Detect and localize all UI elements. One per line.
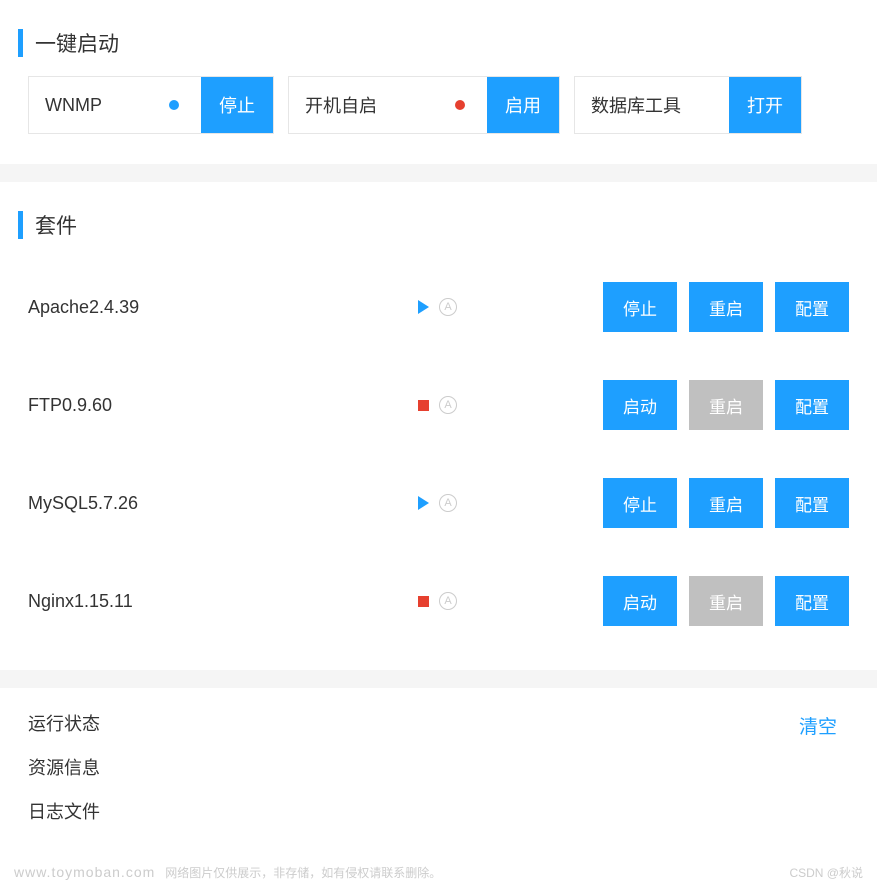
top-controls: WNMP 停止 开机自启 启用 数据库工具 打开 [0, 76, 877, 164]
service-restart-button[interactable]: 重启 [689, 380, 763, 430]
quick-start-header: 一键启动 [0, 0, 877, 76]
service-name: Nginx1.15.11 [28, 591, 418, 612]
suite-section: 套件 Apache2.4.39A停止重启配置FTP0.9.60A启动重启配置My… [0, 182, 877, 670]
circle-a-icon: A [439, 592, 457, 610]
wnmp-control: WNMP 停止 [28, 76, 274, 134]
play-icon [418, 496, 429, 510]
dbtool-open-button[interactable]: 打开 [729, 77, 801, 133]
service-config-button[interactable]: 配置 [775, 478, 849, 528]
dbtool-label: 数据库工具 [575, 77, 729, 133]
service-config-button[interactable]: 配置 [775, 576, 849, 626]
service-restart-button[interactable]: 重启 [689, 478, 763, 528]
tab-resource-info[interactable]: 资源信息 [28, 754, 100, 780]
service-restart-button[interactable]: 重启 [689, 576, 763, 626]
autostart-enable-button[interactable]: 启用 [487, 77, 559, 133]
service-config-button[interactable]: 配置 [775, 380, 849, 430]
service-buttons: 停止重启配置 [603, 478, 849, 528]
autostart-control: 开机自启 启用 [288, 76, 560, 134]
wnmp-label-text: WNMP [45, 95, 102, 116]
autostart-label-text: 开机自启 [305, 92, 377, 118]
service-restart-button[interactable]: 重启 [689, 282, 763, 332]
footer: www.toymoban.com 网络图片仅供展示，非存储，如有侵权请联系删除。… [0, 864, 877, 889]
stop-icon [418, 400, 429, 411]
circle-a-icon: A [439, 494, 457, 512]
stop-icon [418, 596, 429, 607]
service-status: A [418, 396, 490, 414]
service-toggle-button[interactable]: 启动 [603, 576, 677, 626]
bottom-panel: 运行状态 资源信息 日志文件 清空 [0, 688, 877, 864]
divider [0, 670, 877, 688]
divider [0, 164, 877, 182]
service-toggle-button[interactable]: 停止 [603, 282, 677, 332]
wnmp-stop-button[interactable]: 停止 [201, 77, 273, 133]
tab-run-status[interactable]: 运行状态 [28, 710, 100, 736]
footer-domain: www.toymoban.com [14, 864, 155, 880]
service-buttons: 启动重启配置 [603, 576, 849, 626]
service-buttons: 停止重启配置 [603, 282, 849, 332]
status-dot-stopped-icon [455, 100, 465, 110]
autostart-label: 开机自启 [289, 77, 487, 133]
clear-link[interactable]: 清空 [799, 712, 837, 739]
footer-left: www.toymoban.com 网络图片仅供展示，非存储，如有侵权请联系删除。 [14, 864, 441, 881]
service-row: MySQL5.7.26 A 停止重启配置 [28, 454, 849, 552]
circle-a-icon: A [439, 298, 457, 316]
service-status: A [418, 298, 490, 316]
wnmp-label: WNMP [29, 77, 201, 133]
dbtool-control: 数据库工具 打开 [574, 76, 802, 134]
service-name: Apache2.4.39 [28, 297, 418, 318]
tab-log-files[interactable]: 日志文件 [28, 798, 100, 824]
service-toggle-button[interactable]: 启动 [603, 380, 677, 430]
status-dot-running-icon [169, 100, 179, 110]
accent-bar [18, 211, 23, 239]
bottom-tabs: 运行状态 资源信息 日志文件 [28, 710, 100, 824]
service-name: MySQL5.7.26 [28, 493, 418, 514]
service-toggle-button[interactable]: 停止 [603, 478, 677, 528]
footer-credit: CSDN @秋说 [789, 864, 863, 881]
service-config-button[interactable]: 配置 [775, 282, 849, 332]
service-row: Apache2.4.39 A 停止重启配置 [28, 258, 849, 356]
footer-notice: 网络图片仅供展示，非存储，如有侵权请联系删除。 [165, 864, 441, 881]
play-icon [418, 300, 429, 314]
suite-header: 套件 [0, 182, 877, 258]
suite-title: 套件 [35, 210, 77, 240]
circle-a-icon: A [439, 396, 457, 414]
service-buttons: 启动重启配置 [603, 380, 849, 430]
service-status: A [418, 592, 490, 610]
service-name: FTP0.9.60 [28, 395, 418, 416]
services-list: Apache2.4.39A停止重启配置FTP0.9.60A启动重启配置MySQL… [0, 258, 877, 670]
service-row: FTP0.9.60 A 启动重启配置 [28, 356, 849, 454]
service-status: A [418, 494, 490, 512]
quick-start-title: 一键启动 [35, 28, 119, 58]
service-row: Nginx1.15.11 A 启动重启配置 [28, 552, 849, 650]
accent-bar [18, 29, 23, 57]
quick-start-section: 一键启动 WNMP 停止 开机自启 启用 数据库工具 打开 [0, 0, 877, 164]
